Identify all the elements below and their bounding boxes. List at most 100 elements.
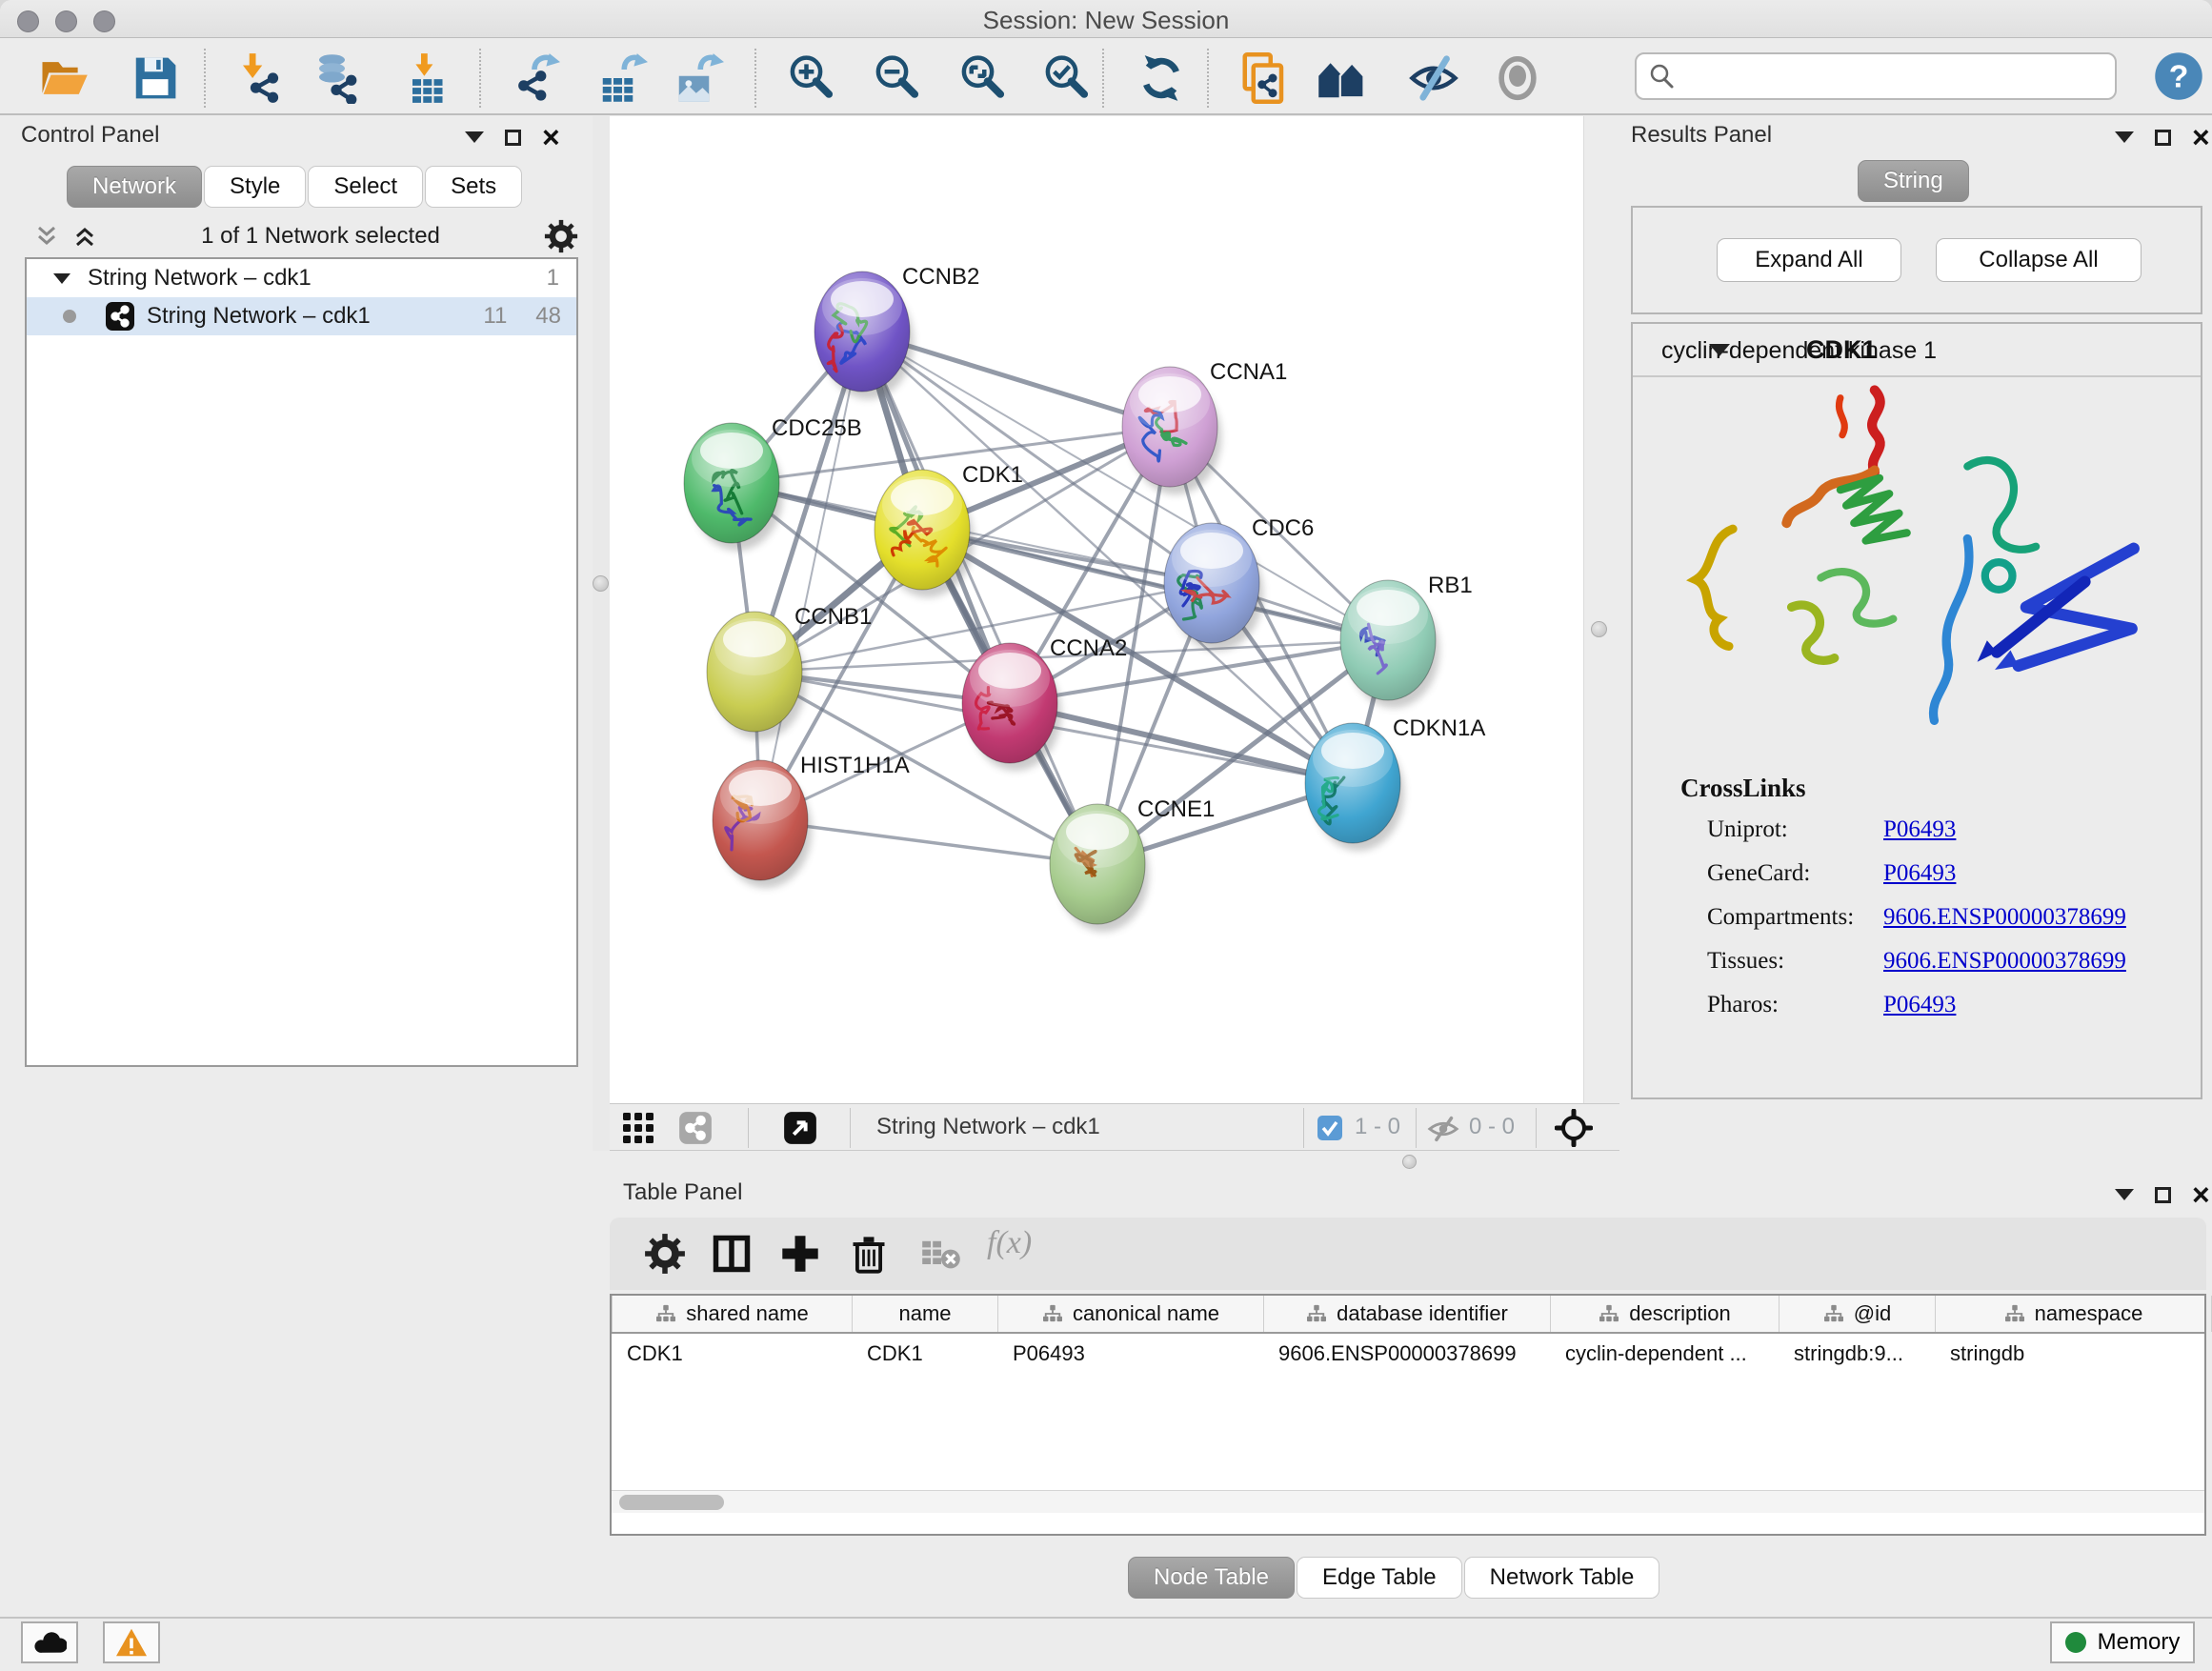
import-network-icon[interactable] xyxy=(234,52,286,104)
tab-node-table[interactable]: Node Table xyxy=(1128,1557,1295,1599)
expand-all-button[interactable]: Expand All xyxy=(1717,238,1901,282)
import-network-from-database-icon[interactable] xyxy=(311,52,362,104)
column-header-namespace[interactable]: namespace xyxy=(1936,1296,2212,1332)
network-node-CCNB1[interactable] xyxy=(707,612,806,739)
close-panel-icon[interactable]: × xyxy=(2192,128,2210,147)
tab-network-table[interactable]: Network Table xyxy=(1464,1557,1660,1599)
table-cell[interactable]: 9606.ENSP00000378699 xyxy=(1263,1334,1550,1374)
network-row[interactable]: String Network – cdk1 11 48 xyxy=(27,297,576,335)
network-node-CCNB2[interactable] xyxy=(814,272,914,399)
tab-select[interactable]: Select xyxy=(308,166,423,208)
help-icon[interactable]: ? xyxy=(2153,50,2204,102)
open-session-icon[interactable] xyxy=(38,52,90,104)
collapse-panel-icon[interactable] xyxy=(2115,131,2134,143)
tab-string[interactable]: String xyxy=(1858,160,1969,202)
selected-checkbox-icon[interactable] xyxy=(1317,1115,1343,1141)
crosslink-genecard[interactable]: P06493 xyxy=(1883,860,1956,887)
table-cell[interactable]: P06493 xyxy=(997,1334,1263,1374)
network-node-CCNE1[interactable] xyxy=(1050,804,1149,932)
cloud-status-button[interactable] xyxy=(21,1621,78,1663)
network-edge-CCNA2-CDKN1A[interactable] xyxy=(1010,703,1353,783)
column-header-id[interactable]: @id xyxy=(1780,1296,1936,1332)
gene-section-header[interactable]: CDK1 xyxy=(1633,324,2201,377)
search-input[interactable] xyxy=(1684,63,2103,90)
table-horizontal-scrollbar[interactable] xyxy=(612,1490,2204,1513)
zoom-selected-icon[interactable] xyxy=(1040,52,1092,104)
hidden-eye-icon[interactable] xyxy=(1427,1113,1459,1145)
birds-eye-view-icon[interactable] xyxy=(783,1111,817,1145)
zoom-fit-icon[interactable] xyxy=(956,52,1008,104)
network-node-HIST1H1A[interactable] xyxy=(713,760,812,888)
network-options-gear-icon[interactable] xyxy=(544,219,578,253)
right-splitter[interactable] xyxy=(1583,116,1619,1103)
table-cell[interactable]: CDK1 xyxy=(612,1334,852,1374)
table-options-gear-icon[interactable] xyxy=(644,1233,686,1275)
export-table-icon[interactable] xyxy=(596,52,648,104)
expand-all-networks-icon[interactable] xyxy=(34,224,59,249)
crosslink-compartments[interactable]: 9606.ENSP00000378699 xyxy=(1883,904,2126,931)
network-node-RB1[interactable] xyxy=(1340,580,1439,708)
network-edge-CCNB2-CCNE1[interactable] xyxy=(862,332,1097,864)
tab-edge-table[interactable]: Edge Table xyxy=(1297,1557,1462,1599)
fit-content-crosshair-icon[interactable] xyxy=(1555,1109,1593,1147)
delete-table-icon[interactable] xyxy=(920,1233,962,1275)
column-header-database-identifier[interactable]: database identifier xyxy=(1264,1296,1551,1332)
function-builder-icon[interactable]: f(x) xyxy=(987,1225,1032,1261)
left-splitter[interactable] xyxy=(593,116,610,1151)
refresh-icon[interactable] xyxy=(1136,52,1187,104)
collapse-panel-icon[interactable] xyxy=(465,131,484,143)
float-panel-icon[interactable] xyxy=(2155,1187,2171,1203)
float-panel-icon[interactable] xyxy=(505,130,521,146)
network-node-CDC6[interactable] xyxy=(1164,523,1263,651)
network-node-CDK1[interactable] xyxy=(875,470,974,597)
show-columns-icon[interactable] xyxy=(711,1233,753,1275)
network-node-CCNA1[interactable] xyxy=(1122,367,1221,494)
close-panel-icon[interactable]: × xyxy=(2192,1185,2210,1204)
grid-view-icon[interactable] xyxy=(621,1111,655,1145)
table-cell[interactable]: CDK1 xyxy=(852,1334,997,1374)
first-neighbors-icon[interactable] xyxy=(1317,52,1368,104)
collection-expand-icon[interactable] xyxy=(53,273,70,284)
import-table-icon[interactable] xyxy=(404,52,455,104)
tab-sets[interactable]: Sets xyxy=(425,166,522,208)
column-header-shared-name[interactable]: shared name xyxy=(613,1296,853,1332)
column-header-description[interactable]: description xyxy=(1551,1296,1780,1332)
tab-style[interactable]: Style xyxy=(204,166,306,208)
crosslink-uniprot[interactable]: P06493 xyxy=(1883,816,1956,843)
table-splitter-grip[interactable] xyxy=(1402,1155,1417,1169)
export-network-icon[interactable] xyxy=(509,52,560,104)
save-session-icon[interactable] xyxy=(130,52,181,104)
export-image-icon[interactable] xyxy=(673,52,724,104)
memory-button[interactable]: Memory xyxy=(2050,1621,2195,1663)
column-header-name[interactable]: name xyxy=(853,1296,998,1332)
show-all-icon[interactable] xyxy=(1492,52,1543,104)
section-collapse-icon[interactable] xyxy=(1709,344,1730,356)
network-node-CCNA2[interactable] xyxy=(962,643,1061,771)
zoom-in-icon[interactable] xyxy=(785,52,836,104)
network-node-CDKN1A[interactable] xyxy=(1305,723,1404,851)
table-cell[interactable]: cyclin-dependent ... xyxy=(1550,1334,1779,1374)
network-collection-row[interactable]: String Network – cdk1 1 xyxy=(27,259,576,297)
crosslink-pharos[interactable]: P06493 xyxy=(1883,992,1956,1018)
collapse-all-button[interactable]: Collapse All xyxy=(1936,238,2142,282)
warning-status-button[interactable] xyxy=(103,1621,160,1663)
scrollbar-thumb[interactable] xyxy=(619,1495,724,1510)
crosslink-tissues[interactable]: 9606.ENSP00000378699 xyxy=(1883,948,2126,975)
network-canvas[interactable]: CCNB2CCNA1CDC25BCDK1CDC6RB1CCNB1CCNA2CDK… xyxy=(610,116,1583,1103)
tab-network[interactable]: Network xyxy=(67,166,202,208)
zoom-out-icon[interactable] xyxy=(871,52,922,104)
collapse-all-networks-icon[interactable] xyxy=(72,224,97,249)
delete-column-icon[interactable] xyxy=(848,1233,890,1275)
network-view-icon[interactable] xyxy=(678,1111,713,1145)
close-panel-icon[interactable]: × xyxy=(542,128,560,147)
table-cell[interactable]: stringdb xyxy=(1935,1334,2211,1374)
network-from-clipboard-icon[interactable] xyxy=(1238,52,1290,104)
column-header-canonical-name[interactable]: canonical name xyxy=(998,1296,1264,1332)
hide-selected-icon[interactable] xyxy=(1408,52,1459,104)
add-column-icon[interactable] xyxy=(779,1233,821,1275)
collapse-panel-icon[interactable] xyxy=(2115,1189,2134,1200)
float-panel-icon[interactable] xyxy=(2155,130,2171,146)
left-splitter-grip[interactable] xyxy=(593,575,609,592)
table-cell[interactable]: stringdb:9... xyxy=(1779,1334,1935,1374)
right-splitter-grip[interactable] xyxy=(1591,621,1607,637)
